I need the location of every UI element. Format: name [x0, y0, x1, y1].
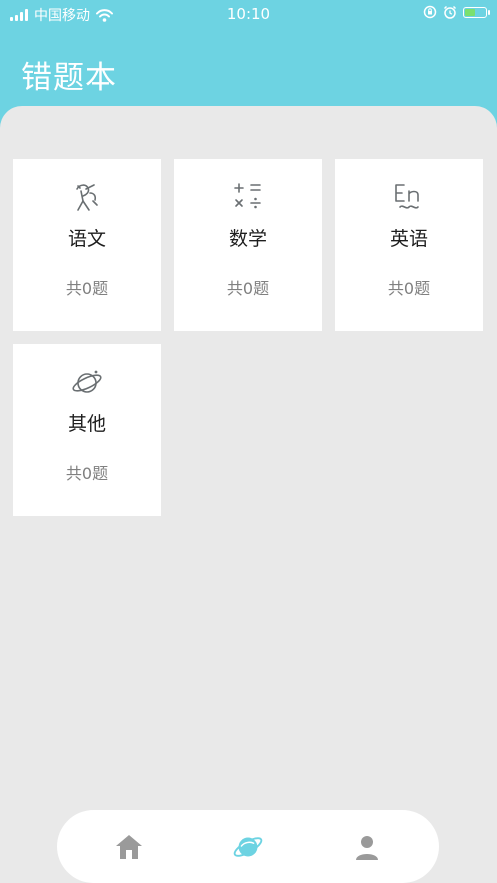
subject-count: 共0题 — [65, 279, 109, 298]
planet-icon — [72, 370, 102, 393]
planet-icon — [233, 837, 263, 857]
alarm-icon — [443, 5, 457, 19]
subject-name: 语文 — [67, 228, 106, 250]
chinese-icon — [76, 184, 98, 211]
subject-name: 其他 — [67, 413, 106, 435]
status-right — [423, 5, 490, 19]
subject-count: 共0题 — [65, 464, 109, 483]
math-symbols-icon — [234, 183, 261, 209]
subject-card-other[interactable]: 其他 共0题 — [13, 344, 161, 516]
subject-count: 共0题 — [387, 279, 431, 298]
subject-count: 共0题 — [226, 279, 270, 298]
subject-name: 英语 — [389, 228, 428, 250]
subject-name: 数学 — [228, 228, 267, 250]
profile-icon — [356, 836, 378, 860]
subject-card-math[interactable]: 数学 共0题 — [174, 159, 322, 331]
tab-bar — [57, 810, 439, 883]
home-icon — [116, 835, 142, 859]
tab-profile[interactable] — [349, 830, 385, 864]
subject-card-english[interactable]: 英语 共0题 — [335, 159, 483, 331]
subject-card-chinese[interactable]: 语文 共0题 — [13, 159, 161, 331]
status-bar: 中国移动 10:10 — [0, 0, 497, 28]
tab-discover[interactable] — [230, 830, 266, 864]
orientation-lock-icon — [423, 5, 437, 19]
page-title: 错题本 — [21, 60, 117, 96]
battery-icon — [463, 6, 490, 18]
tab-home[interactable] — [111, 830, 147, 864]
english-icon — [395, 184, 419, 209]
